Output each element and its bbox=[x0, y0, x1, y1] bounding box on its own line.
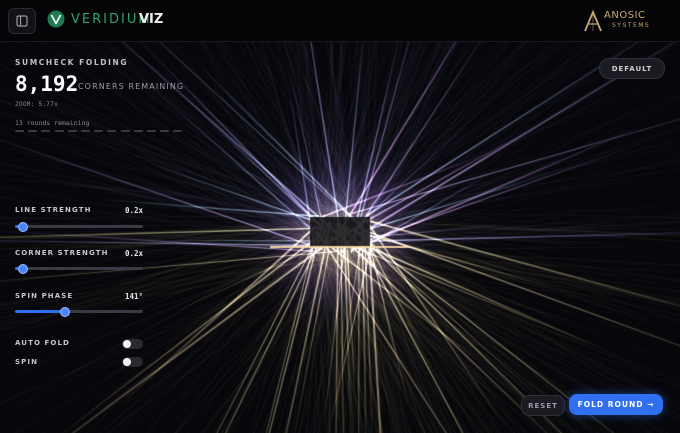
round-segment bbox=[120, 130, 130, 132]
spin-label: SPIN bbox=[15, 358, 39, 366]
round-segment bbox=[15, 130, 24, 132]
round-segment bbox=[41, 130, 51, 132]
rounds-remaining: 13 rounds remaining bbox=[15, 119, 90, 127]
corners-count-label: CORNERS REMAINING bbox=[78, 82, 185, 91]
slider-thumb[interactable] bbox=[18, 263, 28, 274]
spin-phase-value: 141° bbox=[124, 292, 143, 301]
line-strength-label: LINE STRENGTH bbox=[15, 206, 92, 214]
panel-title: SUMCHECK FOLDING bbox=[15, 58, 129, 67]
round-segment bbox=[67, 130, 77, 132]
round-segment bbox=[160, 130, 170, 132]
corner-strength-slider[interactable] bbox=[15, 263, 143, 274]
slider-fill bbox=[15, 310, 65, 313]
line-strength-value: 0.2x bbox=[124, 206, 143, 215]
line-strength-slider[interactable] bbox=[15, 221, 143, 232]
round-segment bbox=[28, 130, 38, 132]
zoom-readout: ZOOM: 5.77x bbox=[15, 101, 59, 108]
default-button[interactable]: DEFAULT bbox=[599, 58, 665, 79]
toggle-knob bbox=[123, 340, 131, 348]
anosic-logo-icon bbox=[584, 10, 602, 32]
corner-strength-value: 0.2x bbox=[124, 249, 143, 258]
round-segment bbox=[81, 130, 90, 132]
slider-thumb[interactable] bbox=[18, 221, 28, 232]
top-bar: VERIDIUM VIZ ANOSIC SYSTEMS bbox=[0, 0, 680, 42]
round-segment bbox=[133, 130, 143, 132]
round-segment bbox=[147, 130, 156, 132]
reset-button[interactable]: RESET bbox=[521, 395, 565, 416]
fold-round-button[interactable]: FOLD ROUND → bbox=[569, 394, 663, 415]
round-segment bbox=[94, 130, 104, 132]
partner-subtitle: SYSTEMS bbox=[612, 22, 651, 29]
round-segment bbox=[107, 130, 117, 132]
round-segment bbox=[173, 130, 183, 132]
brand-suffix: VIZ bbox=[139, 12, 164, 27]
corner-strength-label: CORNER STRENGTH bbox=[15, 249, 109, 257]
corners-count: 8,192 bbox=[15, 72, 79, 96]
auto-fold-toggle[interactable] bbox=[122, 339, 143, 349]
spin-phase-slider[interactable] bbox=[15, 306, 143, 317]
spin-toggle[interactable] bbox=[122, 357, 143, 367]
auto-fold-label: AUTO FOLD bbox=[15, 339, 70, 347]
partner-name: ANOSIC bbox=[604, 10, 646, 21]
round-progress-bar bbox=[15, 130, 187, 133]
slider-thumb[interactable] bbox=[60, 306, 70, 317]
round-segment bbox=[54, 130, 64, 132]
spin-phase-label: SPIN PHASE bbox=[15, 292, 74, 300]
toggle-knob bbox=[123, 358, 131, 366]
veridium-logo-icon bbox=[47, 10, 65, 28]
sidebar-toggle-button[interactable] bbox=[8, 8, 36, 34]
sidebar-toggle-icon bbox=[16, 15, 28, 27]
